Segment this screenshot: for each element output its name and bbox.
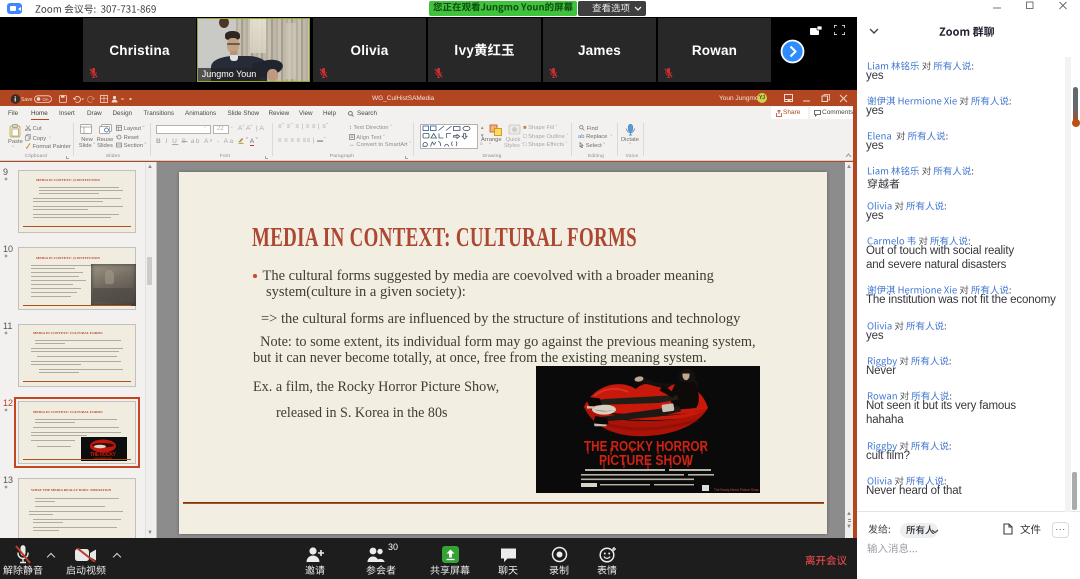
svg-text:i: i bbox=[14, 97, 16, 104]
svg-text:Save: Save bbox=[21, 97, 33, 103]
svg-text:PICTURE SHOW: PICTURE SHOW bbox=[599, 453, 693, 469]
svg-text:The Rocky Horror Picture Show: The Rocky Horror Picture Show bbox=[714, 488, 760, 492]
svg-text:On: On bbox=[43, 97, 50, 102]
